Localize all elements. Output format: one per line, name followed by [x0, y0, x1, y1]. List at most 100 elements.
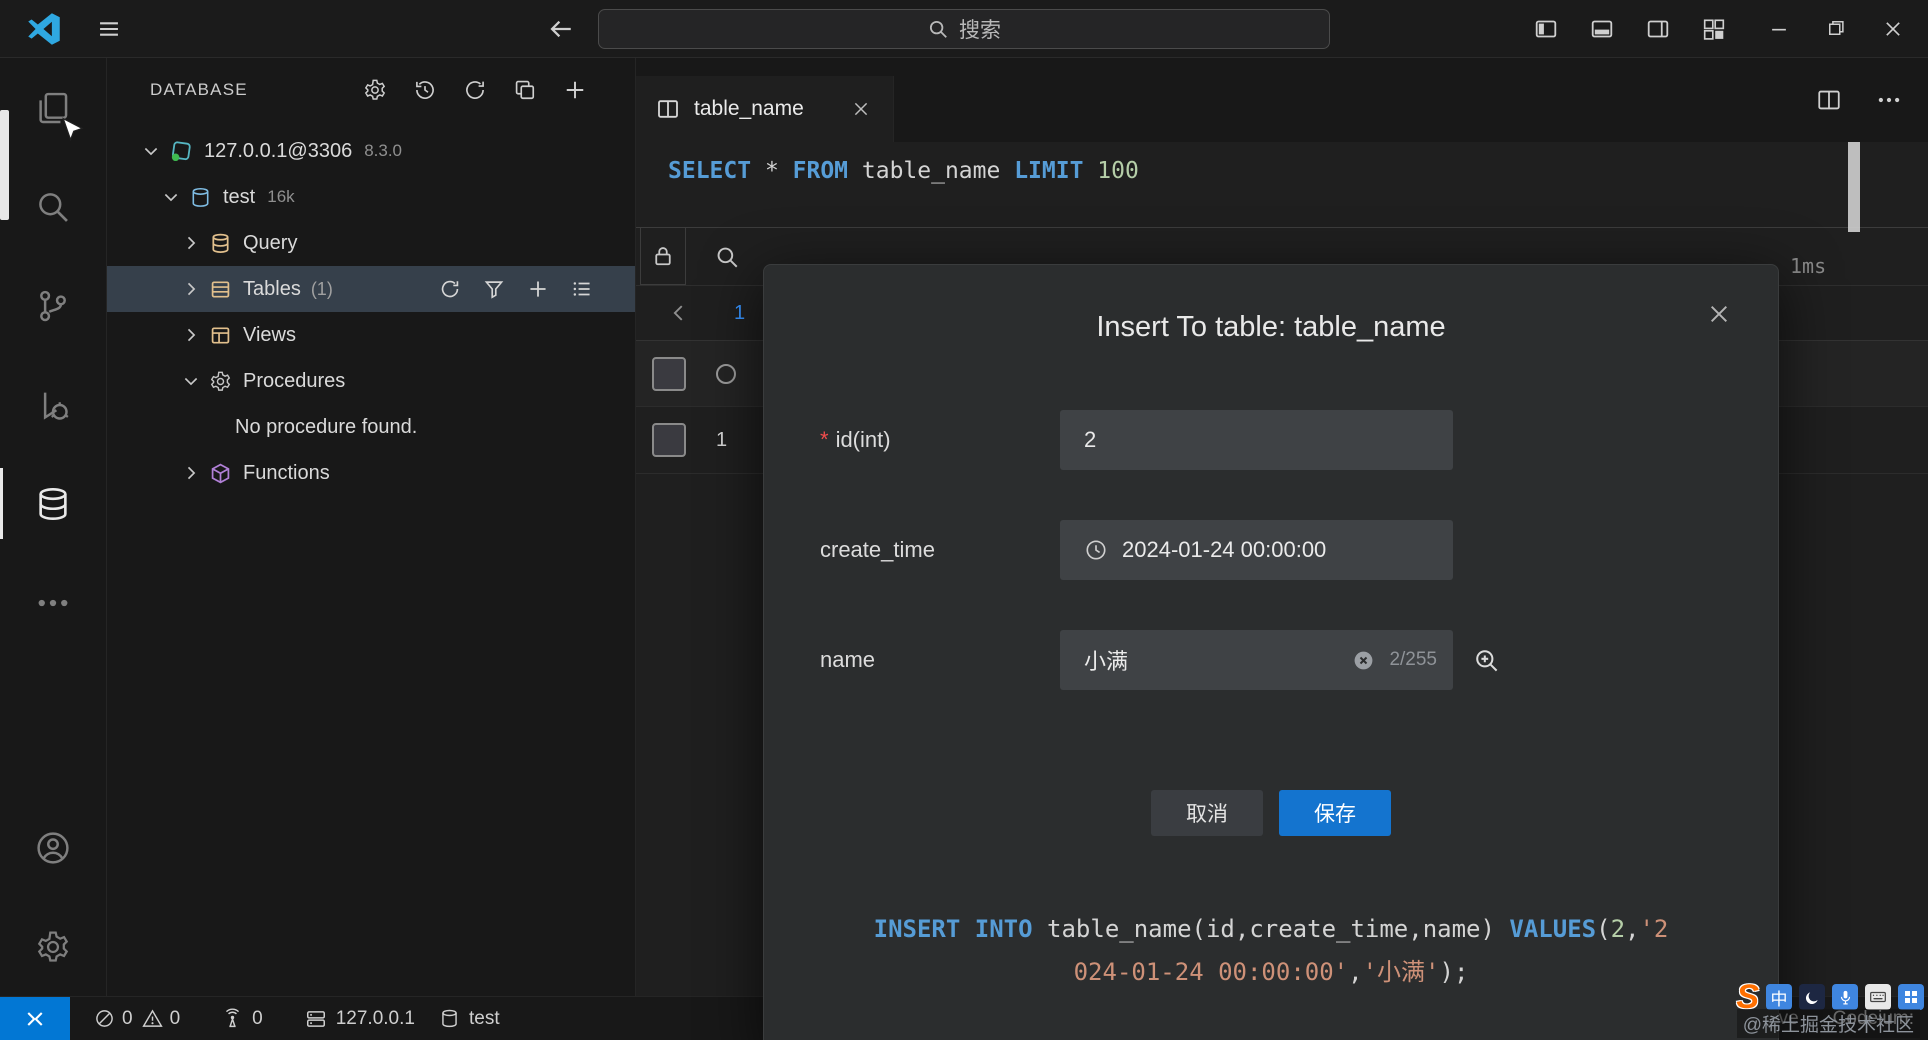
title-bar: 搜索 [0, 0, 1928, 58]
scrollbar-thumb[interactable] [1848, 142, 1860, 232]
tree-item-procedures[interactable]: Procedures [107, 358, 635, 404]
activity-explorer[interactable] [0, 58, 107, 157]
tree-item-database-test[interactable]: test 16k [107, 174, 635, 220]
table-add-icon[interactable] [527, 278, 549, 300]
sql-preview-line1: INSERT INTO table_name(id,create_time,na… [873, 915, 1669, 943]
table-refresh-icon[interactable] [439, 278, 461, 300]
duplicate-icon[interactable] [513, 78, 537, 102]
ports-status[interactable]: 0 [222, 1008, 263, 1030]
tables-icon [209, 278, 232, 301]
database-label: test [223, 185, 256, 208]
edge-highlight [0, 110, 9, 220]
functions-label: Functions [243, 461, 330, 484]
activity-settings[interactable] [0, 897, 107, 996]
query-label: Query [243, 231, 298, 254]
vscode-window: 搜索 DATABASE 127.0.0.1@3306 8.3.0 test 16… [0, 0, 1928, 1040]
menu-hamburger-icon[interactable] [96, 16, 122, 42]
save-button[interactable]: 保存 [1279, 790, 1391, 836]
activity-source-control[interactable] [0, 256, 107, 355]
id-input[interactable]: 2 [1060, 410, 1453, 470]
dialog-close-icon[interactable] [1702, 297, 1736, 331]
db-settings-icon[interactable] [363, 78, 387, 102]
microphone-icon[interactable] [1832, 984, 1858, 1010]
tree-item-no-procedure: No procedure found. [107, 404, 635, 450]
sql-preview-line2: 024-01-24 00:00:00','小满'); [1073, 958, 1469, 986]
editor-more-actions-icon[interactable] [1876, 87, 1902, 113]
keyboard-icon[interactable] [1865, 984, 1891, 1010]
select-all-checkbox[interactable] [652, 356, 686, 391]
tree-item-functions[interactable]: Functions [107, 450, 635, 496]
problems-status[interactable]: 0 0 [94, 1008, 180, 1030]
tree-item-connection[interactable]: 127.0.0.1@3306 8.3.0 [107, 128, 635, 174]
remote-indicator[interactable] [0, 997, 70, 1040]
active-database-status[interactable]: test [439, 1008, 500, 1030]
restore-button[interactable] [1822, 14, 1850, 44]
field-label-id: * id(int) [820, 427, 891, 452]
chevron-down-icon[interactable] [141, 141, 163, 161]
mouse-cursor [58, 116, 86, 144]
database-icon [439, 1008, 460, 1029]
customize-layout-icon[interactable] [1702, 17, 1726, 41]
close-window-button[interactable] [1878, 14, 1908, 44]
radio-tower-icon [222, 1008, 243, 1029]
editor-body: SELECT * FROM table_name LIMIT 100 1 1 1… [636, 142, 1928, 1040]
history-icon[interactable] [413, 78, 437, 102]
name-input[interactable]: 小满 2/255 [1060, 630, 1453, 690]
tab-bar: table_name [636, 58, 1928, 142]
tree-item-query[interactable]: Query [107, 220, 635, 266]
toggle-secondary-sidebar-icon[interactable] [1646, 17, 1670, 41]
chevron-right-icon[interactable] [181, 325, 203, 345]
toggle-sidebar-icon[interactable] [1534, 17, 1558, 41]
create-time-input[interactable]: 2024-01-24 00:00:00 [1060, 520, 1453, 580]
chevron-right-icon[interactable] [181, 279, 203, 299]
chevron-right-icon[interactable] [181, 233, 203, 253]
table-filter-icon[interactable] [483, 278, 505, 300]
search-input[interactable]: 搜索 [598, 9, 1330, 49]
id-value: 2 [1084, 427, 1097, 452]
tree-item-views[interactable]: Views [107, 312, 635, 358]
moon-mode-icon[interactable] [1799, 984, 1825, 1010]
field-row-create-time: create_time 2024-01-24 00:00:00 [820, 520, 1778, 580]
results-search-icon[interactable] [714, 244, 740, 270]
tree-item-tables[interactable]: Tables (1) [107, 266, 635, 312]
lock-icon[interactable] [640, 228, 686, 285]
header-circle-icon [716, 363, 736, 384]
prev-page-icon[interactable] [668, 302, 690, 324]
add-connection-icon[interactable] [563, 78, 587, 102]
procedures-icon [209, 370, 232, 393]
host-status[interactable]: 127.0.0.1 [305, 1008, 415, 1030]
zoom-in-icon[interactable] [1473, 647, 1500, 674]
ime-chinese-icon[interactable]: 中 [1766, 984, 1792, 1010]
warning-icon [141, 1008, 163, 1029]
chevron-down-icon[interactable] [161, 187, 183, 207]
toggle-panel-icon[interactable] [1590, 17, 1614, 41]
table-list-icon[interactable] [571, 278, 593, 300]
refresh-icon[interactable] [463, 78, 487, 102]
connection-label: 127.0.0.1@3306 [204, 139, 353, 162]
minimize-button[interactable] [1764, 14, 1794, 44]
page-number[interactable]: 1 [734, 302, 745, 325]
field-label-create-time: create_time [820, 537, 935, 562]
activity-more[interactable] [0, 553, 107, 652]
split-editor-icon[interactable] [1816, 87, 1842, 113]
clear-input-icon[interactable] [1352, 649, 1375, 672]
char-counter: 2/255 [1389, 649, 1437, 670]
chevron-down-icon[interactable] [181, 371, 203, 391]
database-tree: 127.0.0.1@3306 8.3.0 test 16k Query Tabl… [107, 128, 635, 496]
grid-apps-icon[interactable] [1898, 984, 1924, 1010]
cancel-button[interactable]: 取消 [1151, 790, 1263, 836]
back-arrow-icon[interactable] [548, 16, 574, 42]
tab-table-name[interactable]: table_name [636, 76, 894, 142]
row-checkbox[interactable] [652, 423, 686, 457]
error-count: 0 [122, 1007, 133, 1029]
no-procedure-label: No procedure found. [235, 415, 418, 438]
tab-close-icon[interactable] [849, 97, 873, 121]
activity-account[interactable] [0, 798, 107, 897]
activity-database[interactable] [0, 454, 107, 553]
chevron-right-icon[interactable] [181, 463, 203, 483]
activity-search[interactable] [0, 157, 107, 256]
sql-code-line[interactable]: SELECT * FROM table_name LIMIT 100 [636, 142, 1928, 228]
field-label-name: name [820, 647, 876, 672]
editor-group: table_name SELECT * FROM table_name LIMI… [636, 58, 1928, 1040]
activity-run-debug[interactable] [0, 355, 107, 454]
